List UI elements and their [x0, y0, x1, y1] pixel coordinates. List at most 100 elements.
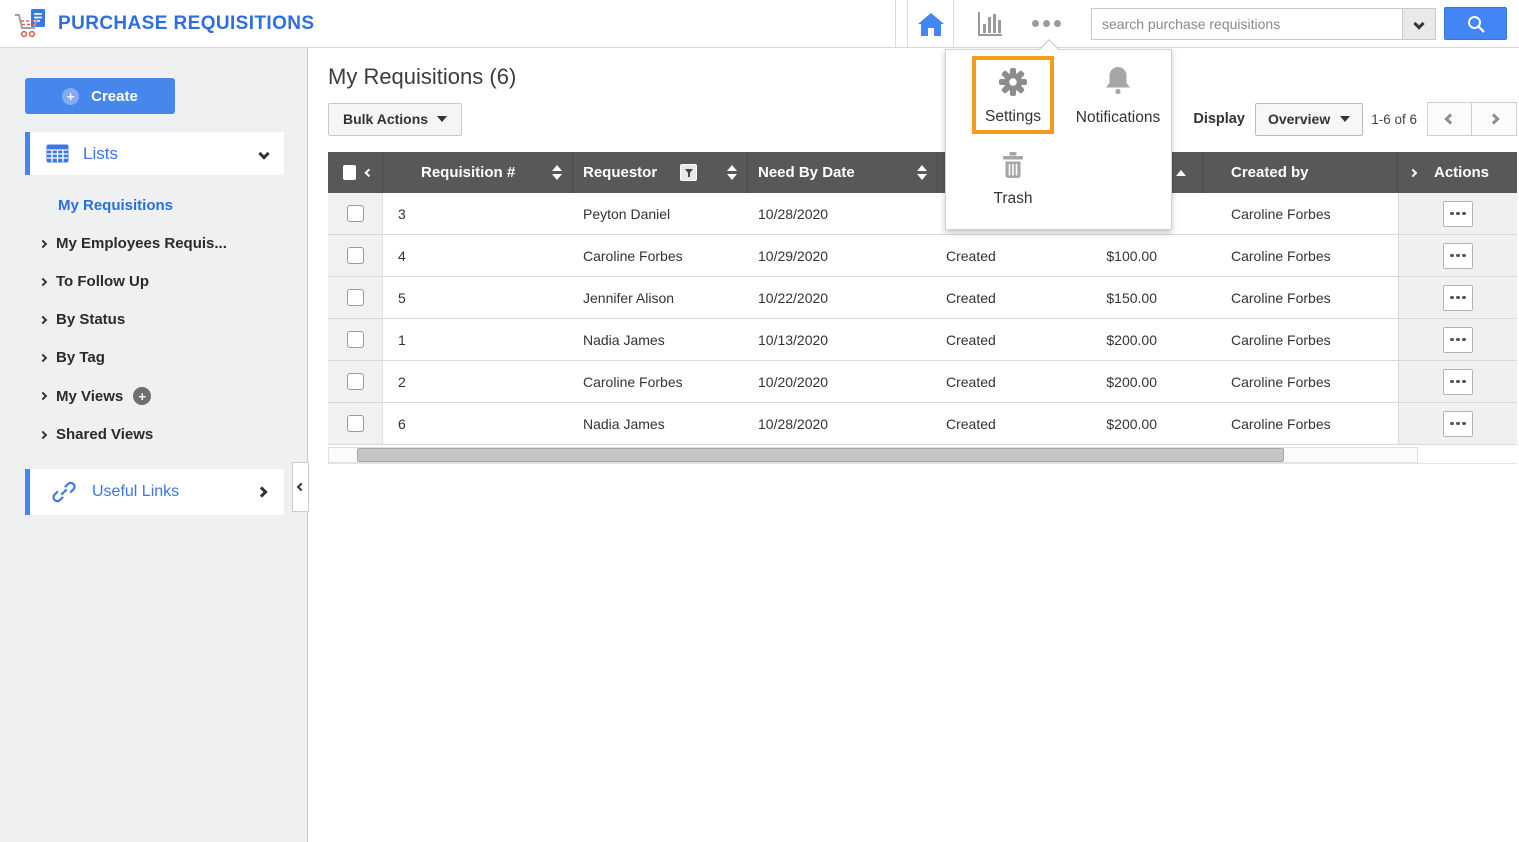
- cell-status: Created: [938, 361, 1038, 402]
- cell-need-by-date: 10/29/2020: [748, 235, 938, 276]
- sidebar-item-lists[interactable]: Lists: [25, 132, 284, 175]
- sidebar-collapse-handle[interactable]: [292, 462, 309, 512]
- header-need-by-date[interactable]: Need By Date: [748, 152, 938, 193]
- add-view-button[interactable]: +: [133, 387, 151, 405]
- search-icon: [1465, 13, 1487, 35]
- app-title: PURCHASE REQUISITIONS: [58, 13, 315, 35]
- header-actions[interactable]: Actions: [1398, 152, 1517, 193]
- chevron-right-icon: [256, 486, 267, 497]
- cell-total: $200.00: [1038, 403, 1203, 444]
- table-header: Requisition # Requestor Need By Date: [328, 152, 1517, 193]
- header-created-by[interactable]: Created by: [1203, 152, 1398, 193]
- chevron-right-icon: [39, 239, 47, 247]
- cell-total: $200.00: [1038, 361, 1203, 402]
- prev-page-button[interactable]: [1427, 102, 1472, 136]
- filter-icon[interactable]: [680, 164, 697, 181]
- sort-icon[interactable]: [917, 165, 927, 180]
- header-requisition-number[interactable]: Requisition #: [383, 152, 573, 193]
- gear-icon: [996, 65, 1030, 99]
- cell-requisition-number: 1: [383, 319, 573, 360]
- cell-created-by: Caroline Forbes: [1203, 235, 1398, 276]
- table-row[interactable]: 4 Caroline Forbes 10/29/2020 Created $10…: [328, 235, 1517, 277]
- search-area: [1091, 8, 1436, 40]
- bell-icon: [1103, 64, 1133, 96]
- cell-requestor: Caroline Forbes: [573, 235, 748, 276]
- chevron-right-icon: [39, 277, 47, 285]
- sidebar-items: My Employees Requis... To Follow Up By S…: [0, 235, 307, 443]
- table-row[interactable]: 5 Jennifer Alison 10/22/2020 Created $15…: [328, 277, 1517, 319]
- home-button[interactable]: [907, 0, 954, 48]
- create-button[interactable]: + Create: [25, 78, 175, 114]
- pager: [1427, 102, 1517, 136]
- cell-total: $150.00: [1038, 277, 1203, 318]
- row-actions-button[interactable]: [1443, 327, 1473, 353]
- table-bottom-border: [328, 463, 1517, 464]
- cell-requisition-number: 2: [383, 361, 573, 402]
- row-actions-button[interactable]: [1443, 369, 1473, 395]
- header-select-all[interactable]: [328, 152, 383, 193]
- row-select-cell: [328, 403, 383, 444]
- chevron-right-icon: [39, 353, 47, 361]
- sidebar-item[interactable]: Shared Views: [0, 426, 307, 443]
- menu-item-settings[interactable]: Settings: [972, 56, 1054, 134]
- search-input[interactable]: [1091, 8, 1403, 40]
- sort-icon[interactable]: [552, 165, 562, 180]
- app-window: PURCHASE REQUISITIONS: [0, 0, 1519, 842]
- row-checkbox[interactable]: [347, 373, 364, 390]
- cell-status: Created: [938, 277, 1038, 318]
- scrollbar-thumb[interactable]: [357, 448, 1284, 462]
- menu-item-notifications[interactable]: Notifications: [1068, 64, 1168, 127]
- more-menu-button[interactable]: [1030, 14, 1063, 33]
- row-checkbox[interactable]: [347, 247, 364, 264]
- page-title: My Requisitions (6): [328, 64, 1519, 90]
- menu-item-label: Trash: [993, 190, 1032, 208]
- cell-actions: [1398, 193, 1517, 234]
- more-menu-popup: Settings Notifications: [945, 49, 1172, 230]
- cell-requestor: Nadia James: [573, 403, 748, 444]
- sidebar-item[interactable]: My Employees Requis...: [0, 235, 307, 252]
- chevron-down-icon: [1413, 18, 1424, 29]
- sidebar-item[interactable]: By Status: [0, 311, 307, 328]
- chevron-left-icon: [1444, 113, 1455, 124]
- chevron-right-icon: [39, 315, 47, 323]
- search-button[interactable]: [1444, 7, 1507, 40]
- sidebar-item[interactable]: By Tag: [0, 349, 307, 366]
- caret-down-icon: [437, 116, 447, 122]
- sidebar-item[interactable]: My Views +: [0, 387, 307, 405]
- header-requestor[interactable]: Requestor: [573, 152, 748, 193]
- sort-icon[interactable]: [727, 165, 737, 180]
- display-mode-dropdown[interactable]: Overview: [1255, 103, 1363, 136]
- cell-actions: [1398, 403, 1517, 444]
- row-checkbox[interactable]: [347, 415, 364, 432]
- sidebar-item-my-requisitions[interactable]: My Requisitions: [58, 197, 307, 214]
- row-checkbox[interactable]: [347, 205, 364, 222]
- lists-label: Lists: [83, 144, 118, 164]
- menu-item-trash[interactable]: Trash: [972, 149, 1054, 208]
- next-page-button[interactable]: [1472, 102, 1517, 136]
- table-row[interactable]: 2 Caroline Forbes 10/20/2020 Created $20…: [328, 361, 1517, 403]
- reports-button[interactable]: [972, 7, 1006, 41]
- row-checkbox[interactable]: [347, 289, 364, 306]
- select-all-checkbox[interactable]: [343, 165, 356, 180]
- pagination-range: 1-6 of 6: [1371, 112, 1417, 127]
- chevron-down-icon[interactable]: [258, 148, 269, 159]
- horizontal-scrollbar[interactable]: [328, 447, 1418, 463]
- row-actions-button[interactable]: [1443, 201, 1473, 227]
- sort-ascending-icon[interactable]: [1176, 170, 1186, 176]
- row-actions-button[interactable]: [1443, 411, 1473, 437]
- row-actions-button[interactable]: [1443, 285, 1473, 311]
- row-actions-button[interactable]: [1443, 243, 1473, 269]
- row-checkbox[interactable]: [347, 331, 364, 348]
- collapse-columns-icon[interactable]: [365, 168, 373, 176]
- sidebar-item[interactable]: To Follow Up: [0, 273, 307, 290]
- bulk-actions-button[interactable]: Bulk Actions: [328, 103, 462, 136]
- row-select-cell: [328, 235, 383, 276]
- home-icon: [917, 11, 945, 37]
- brand: PURCHASE REQUISITIONS: [0, 6, 315, 42]
- table-row[interactable]: 1 Nadia James 10/13/2020 Created $200.00…: [328, 319, 1517, 361]
- cell-need-by-date: 10/28/2020: [748, 403, 938, 444]
- table-row[interactable]: 3 Peyton Daniel 10/28/2020 Caroline Forb…: [328, 193, 1517, 235]
- search-scope-dropdown[interactable]: [1403, 8, 1436, 40]
- sidebar-item-useful-links[interactable]: Useful Links: [25, 469, 284, 515]
- table-row[interactable]: 6 Nadia James 10/28/2020 Created $200.00…: [328, 403, 1517, 445]
